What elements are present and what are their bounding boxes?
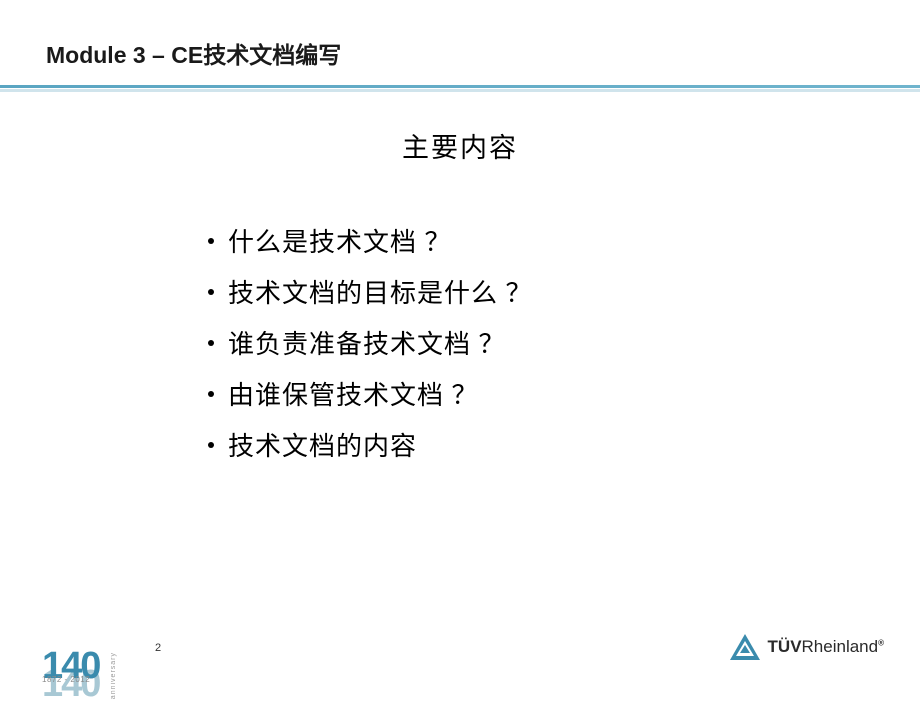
- list-item: 谁负责准备技术文档 ？: [208, 324, 533, 361]
- list-item-text: 技术文档的目标是什么 ？: [228, 273, 533, 310]
- bullet-icon: [208, 442, 214, 448]
- list-item: 技术文档的目标是什么 ？: [208, 273, 533, 310]
- bullet-list: 什么是技术文档 ？ 技术文档的目标是什么 ？ 谁负责准备技术文档 ？ 由谁保管技…: [208, 222, 533, 477]
- underline-main: [0, 85, 920, 88]
- brand-text: TÜVRheinland®: [768, 637, 884, 657]
- list-item: 技术文档的内容: [208, 426, 533, 463]
- section-heading: 主要内容: [0, 126, 920, 165]
- registered-icon: ®: [878, 638, 884, 647]
- brand-suffix: Rheinland: [802, 637, 879, 656]
- list-item: 由谁保管技术文档 ？: [208, 375, 533, 412]
- anniversary-years: 1872 - 2012: [42, 675, 90, 684]
- list-item-text: 由谁保管技术文档 ？: [228, 375, 479, 412]
- anniversary-logo: 140 140 anniversary 1872 - 2012: [42, 650, 99, 682]
- bullet-icon: [208, 289, 214, 295]
- page-number: 2: [155, 642, 161, 654]
- triangle-icon: [730, 634, 760, 660]
- brand-logo: TÜVRheinland®: [730, 634, 884, 660]
- title-underline: [0, 85, 920, 95]
- anniversary-label: anniversary: [110, 652, 117, 699]
- list-item-text: 什么是技术文档 ？: [228, 222, 452, 259]
- underline-shadow: [0, 89, 920, 92]
- bullet-icon: [208, 391, 214, 397]
- slide-footer: 140 140 anniversary 1872 - 2012 2 TÜVRhe…: [0, 595, 920, 690]
- list-item-text: 谁负责准备技术文档 ？: [228, 324, 506, 361]
- list-item: 什么是技术文档 ？: [208, 222, 533, 259]
- list-item-text: 技术文档的内容: [228, 426, 417, 463]
- bullet-icon: [208, 238, 214, 244]
- brand-prefix: TÜV: [768, 637, 802, 656]
- bullet-icon: [208, 340, 214, 346]
- slide-title: Module 3 – CE技术文档编写: [46, 36, 341, 70]
